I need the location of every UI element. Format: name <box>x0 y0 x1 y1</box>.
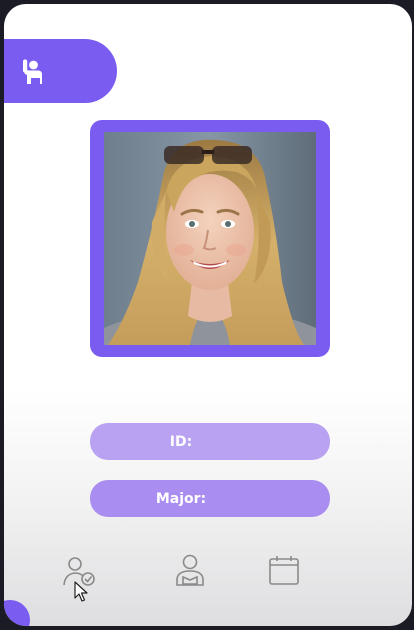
id-label: ID: <box>169 433 193 450</box>
profile-photo[interactable] <box>104 132 316 345</box>
corner-accent <box>4 600 30 626</box>
major-label: Major: <box>155 490 207 507</box>
student-id-card: ID: Major: <box>4 4 412 626</box>
student-portrait <box>104 132 316 345</box>
id-field[interactable]: ID: <box>90 423 330 460</box>
mouse-cursor-icon <box>74 581 88 602</box>
calendar-icon[interactable] <box>267 553 301 587</box>
header-badge[interactable] <box>4 39 117 103</box>
student-profile-icon[interactable] <box>173 553 207 587</box>
major-field[interactable]: Major: <box>90 480 330 517</box>
profile-photo-frame <box>90 120 330 357</box>
raised-hand-person-icon <box>23 59 42 84</box>
